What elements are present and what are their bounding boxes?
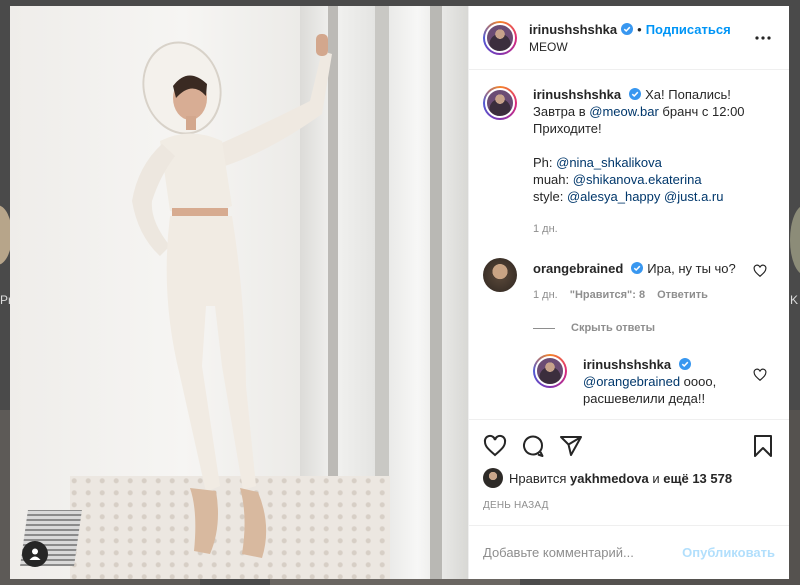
comment-item: orangebrained Ира, ну ты чо? 1 дн. "Нрави… [483, 258, 775, 304]
comment-time[interactable]: 1 дн. [533, 287, 558, 304]
verified-icon [679, 358, 692, 370]
avatar[interactable] [483, 86, 517, 120]
caption-text: muah: [533, 172, 573, 187]
caption-time[interactable]: 1 дн. [533, 221, 558, 238]
verified-icon [631, 262, 644, 274]
caption-text: Приходите! [533, 121, 602, 136]
reply-item: irinushshshka @orangebrained оооо, расше… [533, 354, 775, 407]
separator-dot: • [637, 21, 642, 37]
user-tag-icon[interactable] [22, 541, 48, 567]
verified-icon [621, 23, 634, 35]
likes-prefix: Нравится [509, 470, 567, 486]
comment-icon[interactable] [521, 434, 545, 458]
publish-button[interactable]: Опубликовать [682, 545, 775, 560]
comment-username[interactable]: orangebrained [533, 261, 623, 276]
caption-text: Ph: [533, 155, 557, 170]
background-avatar [790, 205, 800, 275]
post-modal: irinushshshka • Подписаться MEOW irinush… [10, 6, 789, 579]
post-caption: irinushshshka Ха! Попались! Завтра в @meo… [483, 86, 775, 238]
avatar[interactable] [483, 20, 517, 55]
likes-user[interactable]: yakhmedova [570, 471, 649, 486]
comment-likes[interactable]: "Нравится": 8 [570, 287, 645, 304]
likes-count[interactable]: ещё 13 578 [663, 471, 732, 486]
add-comment-bar: Опубликовать [469, 525, 789, 579]
likes-summary: Нравится yakhmedova и ещё 13 578 [483, 468, 775, 488]
likes-mid: и [652, 470, 660, 486]
post-photo[interactable] [10, 6, 468, 579]
comment-text: Ира, ну ты чо? [647, 261, 736, 276]
hide-replies-label: Скрыть ответы [571, 322, 655, 334]
heart-icon[interactable] [753, 368, 767, 382]
heart-icon[interactable] [753, 264, 767, 278]
reply-button[interactable]: Ответить [657, 287, 708, 304]
post-time[interactable]: ДЕНЬ НАЗАД [483, 500, 775, 511]
share-icon[interactable] [559, 434, 583, 458]
caption-text: Завтра в [533, 104, 590, 119]
more-icon[interactable] [751, 26, 775, 50]
heart-icon[interactable] [483, 434, 507, 458]
bookmark-icon[interactable] [751, 434, 775, 458]
mention-link[interactable]: @shikanova.ekaterina [573, 172, 702, 187]
comments-list[interactable]: irinushshshka Ха! Попались! Завтра в @meo… [469, 70, 789, 419]
caption-text: style: [533, 189, 567, 204]
photo-figure [132, 34, 332, 558]
verified-icon [629, 88, 642, 100]
avatar[interactable] [483, 258, 517, 292]
caption-text: бранч с 12:00 [658, 104, 745, 119]
follow-button[interactable]: Подписаться [646, 22, 731, 37]
divider [533, 327, 555, 329]
post-actions: Нравится yakhmedova и ещё 13 578 ДЕНЬ НА… [469, 419, 789, 511]
author-username[interactable]: irinushshshka [529, 22, 617, 37]
background-label: K [790, 293, 799, 307]
post-side-panel: irinushshshka • Подписаться MEOW irinush… [468, 6, 789, 579]
reply-username[interactable]: irinushshshka [583, 357, 671, 372]
reply-text: расшевелили деда!! [583, 391, 706, 406]
mention-link[interactable]: @orangebrained [583, 374, 680, 389]
comment-input[interactable] [483, 545, 683, 560]
mention-link[interactable]: @meow.bar [589, 104, 659, 119]
mention-link[interactable]: @alesya_happy [567, 189, 660, 204]
mention-link[interactable]: @just.a.ru [664, 189, 723, 204]
reply-text: оооо, [680, 374, 717, 389]
avatar[interactable] [533, 354, 567, 388]
mention-link[interactable]: @nina_shkalikova [556, 155, 662, 170]
caption-username[interactable]: irinushshshka [533, 87, 621, 102]
avatar[interactable] [483, 468, 503, 488]
caption-text: Ха! Попались! [645, 87, 731, 102]
post-header: irinushshshka • Подписаться MEOW [469, 6, 789, 70]
post-location[interactable]: MEOW [529, 40, 751, 54]
hide-replies-button[interactable]: Скрыть ответы [533, 322, 775, 334]
